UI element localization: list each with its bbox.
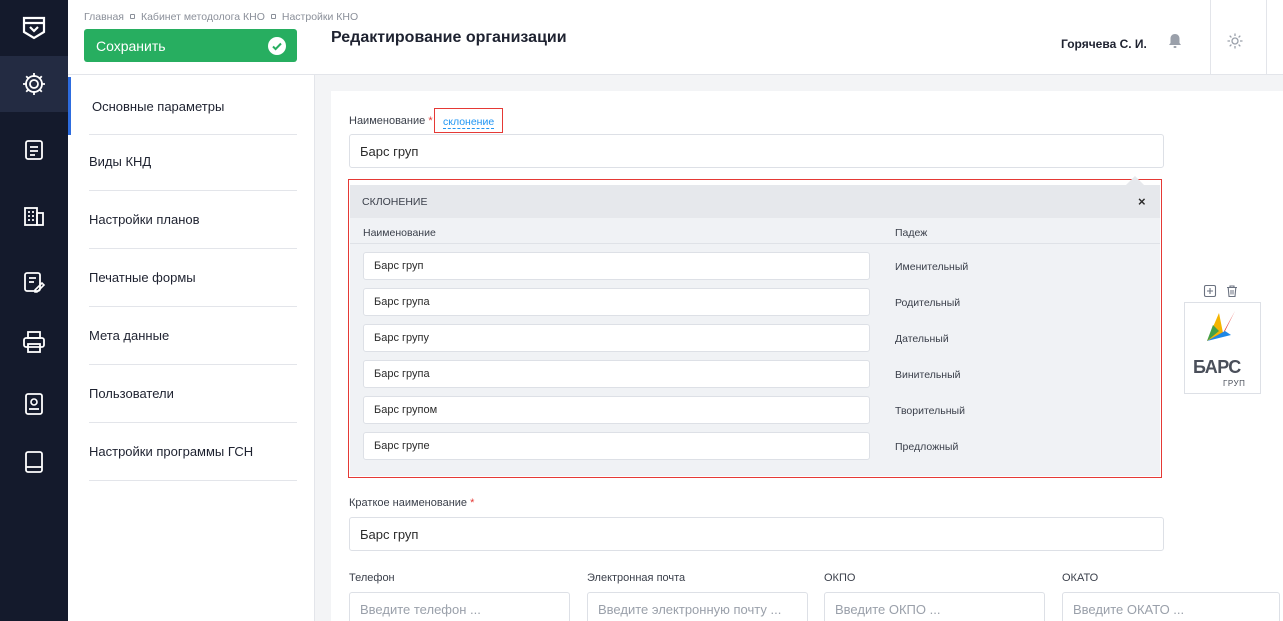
declension-input-nominative[interactable]: Барс груп bbox=[363, 252, 870, 280]
okato-label: ОКАТО bbox=[1062, 572, 1099, 584]
name-label: Наименование * bbox=[349, 115, 433, 127]
okpo-label: ОКПО bbox=[824, 572, 856, 584]
sidebar-item-label: Настройки планов bbox=[89, 212, 200, 227]
case-label: Предложный bbox=[895, 441, 959, 453]
add-image-icon[interactable] bbox=[1203, 284, 1217, 298]
column-header-case: Падеж bbox=[895, 227, 928, 239]
declension-input-accusative[interactable]: Барс групa bbox=[363, 360, 870, 388]
phone-label: Телефон bbox=[349, 572, 395, 584]
required-mark: * bbox=[470, 497, 475, 509]
save-button[interactable]: Сохранить bbox=[84, 29, 297, 62]
column-header-name: Наименование bbox=[363, 227, 436, 239]
sidebar-item-gsn-settings[interactable]: Настройки программы ГСН bbox=[89, 423, 297, 481]
logo-icon[interactable] bbox=[0, 0, 68, 56]
sidebar-item-label: Мета данные bbox=[89, 328, 170, 343]
sidebar-item-label: Виды КНД bbox=[89, 154, 152, 169]
divider bbox=[350, 243, 1160, 244]
building-icon[interactable] bbox=[0, 188, 68, 244]
email-input[interactable]: Введите электронную почту ... bbox=[587, 592, 808, 621]
logo-brand-subtext: ГРУП bbox=[1223, 379, 1246, 388]
sidebar-item-plan-settings[interactable]: Настройки планов bbox=[89, 191, 297, 249]
icon-rail bbox=[0, 0, 68, 621]
okato-input[interactable]: Введите ОКАТО ... bbox=[1062, 592, 1280, 621]
declension-input-dative[interactable]: Барс групу bbox=[363, 324, 870, 352]
document-icon[interactable] bbox=[0, 122, 68, 178]
logo-brand-text: БАРС bbox=[1193, 357, 1241, 377]
breadcrumb-separator-icon bbox=[129, 14, 135, 19]
sidebar-item-label: Основные параметры bbox=[92, 98, 225, 114]
breadcrumb: Главная Кабинет методолога КНО Настройки К… bbox=[84, 11, 358, 23]
declension-link[interactable]: склонение bbox=[443, 117, 495, 129]
declension-link-highlight: склонение bbox=[434, 108, 503, 133]
top-header: Главная Кабинет методолога КНО Настройки К… bbox=[68, 0, 1283, 75]
settings-book-icon[interactable] bbox=[0, 376, 68, 432]
email-label: Электронная почта bbox=[587, 572, 686, 584]
page-title: Редактирование организации bbox=[331, 29, 567, 46]
user-name[interactable]: Горячева С. И. bbox=[1061, 37, 1147, 51]
header-divider bbox=[1266, 0, 1267, 75]
breadcrumb-separator-icon bbox=[270, 14, 276, 19]
book-icon[interactable] bbox=[0, 434, 68, 490]
gear-icon[interactable] bbox=[0, 56, 68, 112]
check-icon bbox=[268, 37, 286, 55]
gear-icon[interactable] bbox=[1226, 32, 1244, 50]
declension-input-prepositional[interactable]: Барс групе bbox=[363, 432, 870, 460]
breadcrumb-methodologist[interactable]: Кабинет методолога КНО bbox=[141, 11, 265, 23]
declension-panel: СКЛОНЕНИЕ × Наименование Падеж Барс груп… bbox=[350, 185, 1160, 476]
sidebar-item-label: Печатные формы bbox=[89, 270, 196, 285]
printer-icon[interactable] bbox=[0, 314, 68, 370]
edit-document-icon[interactable] bbox=[0, 254, 68, 310]
save-button-label: Сохранить bbox=[96, 37, 166, 54]
case-label: Дательный bbox=[895, 333, 949, 345]
trash-icon[interactable] bbox=[1225, 284, 1239, 298]
case-label: Винительный bbox=[895, 369, 961, 381]
case-label: Родительный bbox=[895, 297, 961, 309]
breadcrumb-home[interactable]: Главная bbox=[84, 11, 124, 23]
name-input[interactable]: Барс груп bbox=[349, 134, 1164, 168]
close-icon[interactable]: × bbox=[1138, 194, 1146, 209]
sidebar-item-metadata[interactable]: Мета данные bbox=[89, 307, 297, 365]
logo-tools bbox=[1203, 284, 1243, 303]
sidebar-item-main-params[interactable]: Основные параметры bbox=[68, 77, 315, 135]
sidebar-item-label: Пользователи bbox=[89, 386, 174, 401]
bell-icon[interactable] bbox=[1166, 32, 1184, 50]
sidebar-item-knd-types[interactable]: Виды КНД bbox=[89, 133, 297, 191]
bars-logo-mark-icon bbox=[1207, 311, 1235, 341]
sidebar-item-users[interactable]: Пользователи bbox=[89, 365, 297, 423]
settings-sidebar: Основные параметры Виды КНД Настройки пл… bbox=[68, 75, 315, 621]
phone-input[interactable]: Введите телефон ... bbox=[349, 592, 570, 621]
short-name-label: Краткое наименование * bbox=[349, 497, 475, 509]
okpo-input[interactable]: Введите ОКПО ... bbox=[824, 592, 1045, 621]
case-label: Именительный bbox=[895, 261, 969, 273]
popover-arrow bbox=[1126, 176, 1144, 185]
breadcrumb-settings[interactable]: Настройки КНО bbox=[282, 11, 358, 23]
organization-logo[interactable]: БАРС ГРУП bbox=[1184, 302, 1261, 394]
header-divider bbox=[1210, 0, 1211, 75]
declension-panel-header: СКЛОНЕНИЕ × bbox=[350, 185, 1160, 218]
declension-title: СКЛОНЕНИЕ bbox=[362, 196, 428, 208]
declension-input-genitive[interactable]: Барс групa bbox=[363, 288, 870, 316]
required-mark: * bbox=[428, 115, 433, 127]
case-label: Творительный bbox=[895, 405, 965, 417]
sidebar-item-print-forms[interactable]: Печатные формы bbox=[89, 249, 297, 307]
sidebar-item-label: Настройки программы ГСН bbox=[89, 444, 254, 459]
declension-input-instrumental[interactable]: Барс групом bbox=[363, 396, 870, 424]
short-name-input[interactable]: Барс груп bbox=[349, 517, 1164, 551]
